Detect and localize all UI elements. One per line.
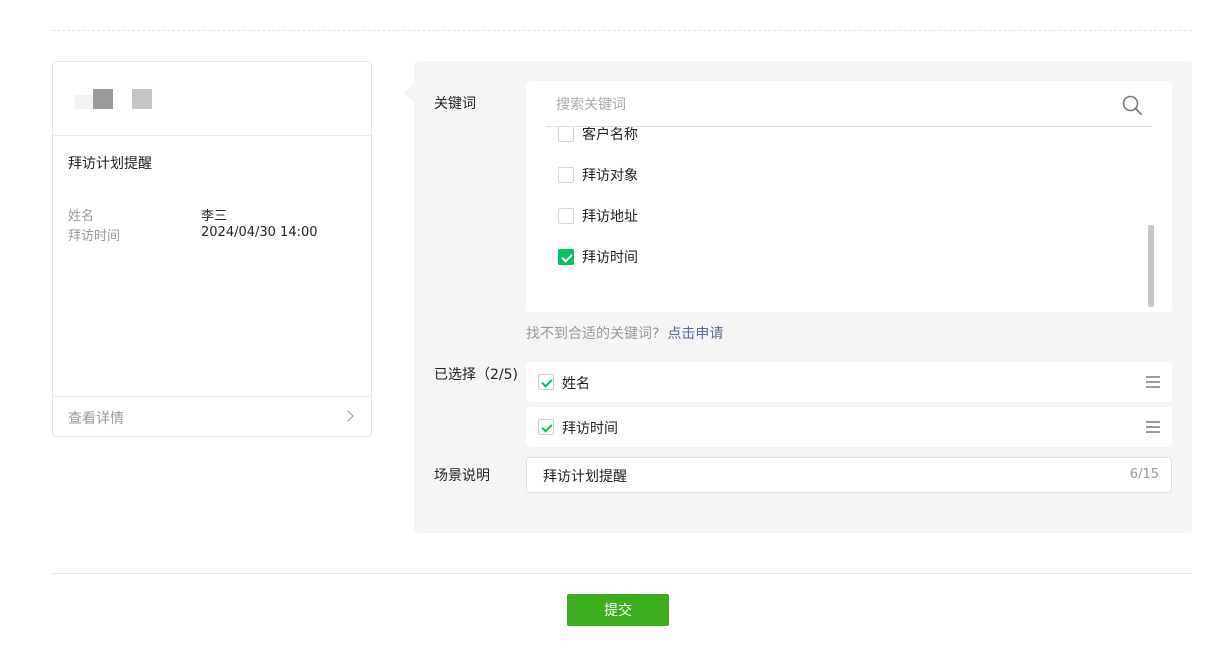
message-preview-card: 拜访计划提醒 姓名 李三 拜访时间 2024/04/30 14:00 查看详情 <box>52 61 372 437</box>
char-counter: 6/15 <box>1129 467 1159 482</box>
apply-keyword-link[interactable]: 点击申请 <box>667 326 723 342</box>
keyword-option-label: 拜访对象 <box>582 168 638 184</box>
preview-field-key: 拜访时间 <box>68 229 121 244</box>
view-details-label: 查看详情 <box>68 411 124 427</box>
bottom-divider <box>52 573 1192 574</box>
brand-name-placeholder <box>132 89 152 109</box>
keyword-option-label: 客户名称 <box>582 127 638 143</box>
keyword-option[interactable]: 客户名称 <box>558 127 638 144</box>
keyword-option-label: 拜访时间 <box>582 250 638 266</box>
keyword-search-input[interactable] <box>556 93 1096 117</box>
template-settings-panel: 关键词 客户名称 拜访对象 拜访地址 拜访时间 <box>414 61 1192 533</box>
scene-description-input[interactable] <box>543 464 1103 488</box>
preview-field-value: 李三 <box>201 209 228 224</box>
brand-logo-placeholder <box>75 89 113 109</box>
keyword-checkbox[interactable] <box>558 208 574 224</box>
selected-keyword-row: 拜访时间 <box>526 407 1172 447</box>
preview-field-key: 姓名 <box>68 209 95 224</box>
preview-field-value: 2024/04/30 14:00 <box>201 225 318 240</box>
scene-label: 场景说明 <box>434 468 490 484</box>
top-divider <box>52 30 1192 31</box>
keyword-list-scrollbar[interactable] <box>1148 225 1154 307</box>
drag-handle-icon[interactable] <box>1146 421 1160 433</box>
search-icon[interactable] <box>1122 95 1142 115</box>
keyword-checkbox[interactable] <box>558 127 574 142</box>
selected-keyword-label: 拜访时间 <box>562 421 618 437</box>
keyword-checkbox-checked[interactable] <box>558 249 574 265</box>
keyword-checkbox[interactable] <box>558 167 574 183</box>
selected-keyword-checkbox[interactable] <box>538 374 554 390</box>
keyword-option[interactable]: 拜访对象 <box>558 165 638 185</box>
keyword-hint-text: 找不到合适的关键词? <box>526 326 660 342</box>
selected-keyword-checkbox[interactable] <box>538 419 554 435</box>
keyword-option-label: 拜访地址 <box>582 209 638 225</box>
keyword-option[interactable]: 拜访地址 <box>558 206 638 226</box>
keyword-list: 客户名称 拜访对象 拜访地址 拜访时间 <box>526 127 1172 312</box>
panel-pointer <box>404 83 414 103</box>
keyword-option[interactable]: 拜访时间 <box>558 247 638 267</box>
selected-label: 已选择（2/5) <box>434 367 518 383</box>
keyword-search <box>546 81 1152 127</box>
keyword-hint: 找不到合适的关键词? 点击申请 <box>526 323 723 343</box>
submit-button[interactable]: 提交 <box>567 594 669 626</box>
preview-title: 拜访计划提醒 <box>68 156 152 172</box>
preview-card-header <box>53 62 371 136</box>
drag-handle-icon[interactable] <box>1146 376 1160 388</box>
keyword-picker: 客户名称 拜访对象 拜访地址 拜访时间 <box>526 81 1172 312</box>
scene-description-field: 6/15 <box>526 457 1172 493</box>
chevron-right-icon <box>342 410 354 422</box>
selected-keyword-row: 姓名 <box>526 362 1172 402</box>
view-details-link[interactable]: 查看详情 <box>53 396 371 436</box>
keywords-label: 关键词 <box>434 96 476 112</box>
selected-keyword-label: 姓名 <box>562 376 590 392</box>
